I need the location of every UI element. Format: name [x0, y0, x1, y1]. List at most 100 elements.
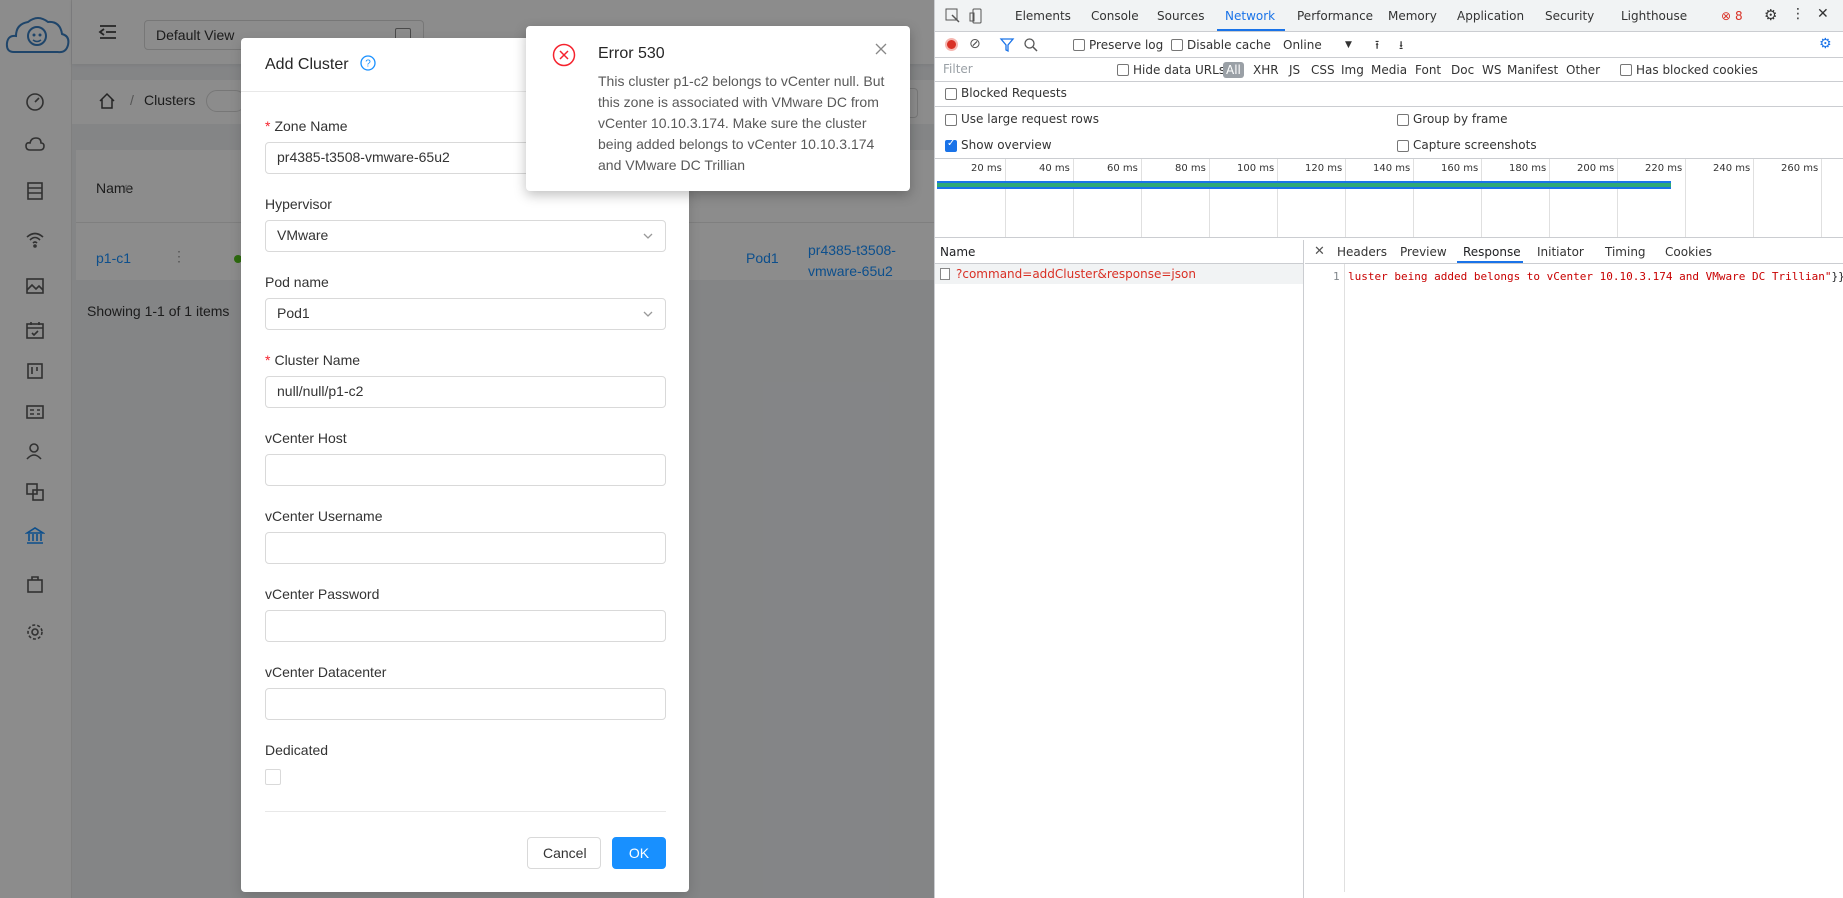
preserve-log-checkbox[interactable]	[1073, 39, 1085, 51]
tab-application[interactable]: Application	[1457, 9, 1524, 23]
capture-screenshots-checkbox[interactable]	[1397, 140, 1409, 152]
close-devtools-icon[interactable]: ✕	[1817, 6, 1829, 22]
type-filter-xhr[interactable]: XHR	[1253, 63, 1279, 77]
settings-gear-icon[interactable]: ⚙	[1764, 6, 1777, 24]
vcenter-username-input[interactable]	[265, 532, 666, 564]
filter-bar: Filter Hide data URLs All XHR JS CSS Img…	[935, 58, 1843, 82]
cluster-name-input[interactable]: null/null/p1-c2	[265, 376, 666, 408]
tab-security[interactable]: Security	[1545, 9, 1594, 23]
device-toolbar-icon[interactable]	[969, 8, 985, 24]
modal-title: Add Cluster	[265, 56, 349, 73]
tab-initiator[interactable]: Initiator	[1537, 245, 1584, 259]
network-settings-gear-icon[interactable]: ⚙	[1819, 36, 1832, 52]
blocked-requests-checkbox[interactable]	[945, 88, 957, 100]
search-icon[interactable]	[1023, 37, 1039, 53]
clear-icon[interactable]: ⊘	[969, 36, 981, 52]
hide-data-urls-checkbox[interactable]	[1117, 64, 1129, 76]
filter-icon[interactable]	[999, 37, 1015, 53]
close-icon[interactable]	[874, 42, 888, 56]
response-line: 1 luster being added belongs to vCenter …	[1305, 270, 1843, 286]
response-body[interactable]: luster being added belongs to vCenter 10…	[1348, 270, 1843, 283]
tab-response[interactable]: Response	[1463, 245, 1521, 259]
show-overview-checkbox[interactable]	[945, 138, 957, 152]
type-filter-ws[interactable]: WS	[1482, 63, 1501, 77]
cancel-button[interactable]: Cancel	[527, 837, 601, 869]
tab-preview[interactable]: Preview	[1400, 245, 1447, 259]
throttling-select[interactable]: Online	[1283, 38, 1322, 52]
timeline-tick-label: 80 ms	[1175, 163, 1206, 174]
question-circle-icon[interactable]: ?	[360, 55, 377, 71]
filter-input[interactable]: Filter	[943, 62, 1103, 78]
has-blocked-cookies-checkbox[interactable]	[1620, 64, 1632, 76]
timeline-tick-label: 240 ms	[1713, 163, 1751, 174]
request-row[interactable]: ?command=addCluster&response=json	[935, 264, 1303, 284]
timeline-request-bar[interactable]	[937, 181, 1672, 189]
timeline-tick-label: 220 ms	[1645, 163, 1683, 174]
vcenter-host-input[interactable]	[265, 454, 666, 486]
timeline-tick-label: 160 ms	[1441, 163, 1479, 174]
tab-network[interactable]: Network	[1225, 9, 1275, 23]
detail-tab-bar: ✕ Headers Preview Response Initiator Tim…	[1305, 240, 1843, 264]
ok-button[interactable]: OK	[612, 837, 666, 869]
active-tab-underline	[1217, 29, 1285, 31]
inspect-element-icon[interactable]	[945, 8, 961, 24]
timeline-gridline	[1753, 159, 1754, 237]
has-blocked-cookies-label: Has blocked cookies	[1636, 63, 1758, 77]
tab-console[interactable]: Console	[1091, 9, 1139, 23]
network-overview-timeline[interactable]: 20 ms 40 ms 60 ms 80 ms 100 ms 120 ms 140 ms 16…	[935, 158, 1843, 238]
timeline-gridline	[1073, 159, 1074, 237]
tab-elements[interactable]: Elements	[1015, 9, 1071, 23]
type-filter-all[interactable]: All	[1223, 62, 1244, 78]
type-filter-font[interactable]: Font	[1415, 63, 1441, 77]
hide-data-urls-label: Hide data URLs	[1133, 63, 1226, 77]
cloudstack-app: Default View / Clusters Name ⇕ p1-c1 ⋮ P…	[0, 0, 934, 898]
type-filter-doc[interactable]: Doc	[1451, 63, 1474, 77]
type-filter-css[interactable]: CSS	[1311, 63, 1335, 77]
tab-performance[interactable]: Performance	[1297, 9, 1373, 23]
cluster-name-value: null/null/p1-c2	[277, 383, 364, 399]
timeline-gridline	[1005, 159, 1006, 237]
pod-name-select[interactable]: Pod1	[265, 298, 666, 330]
tab-lighthouse[interactable]: Lighthouse	[1621, 9, 1687, 23]
timeline-gridline	[1141, 159, 1142, 237]
cluster-name-label-text: Cluster Name	[274, 352, 361, 368]
timeline-gridline	[1345, 159, 1346, 237]
dedicated-label: Dedicated	[265, 742, 329, 758]
tab-headers[interactable]: Headers	[1337, 245, 1387, 259]
error-circle-icon	[552, 43, 576, 67]
export-har-icon[interactable]: ⭳	[1399, 36, 1403, 57]
timeline-gridline	[1481, 159, 1482, 237]
error-count[interactable]: 8	[1735, 9, 1743, 23]
timeline-tick-label: 140 ms	[1373, 163, 1411, 174]
modal-footer-divider	[265, 811, 666, 812]
type-filter-img[interactable]: Img	[1341, 63, 1364, 77]
record-icon[interactable]	[945, 38, 958, 51]
vcenter-datacenter-input[interactable]	[265, 688, 666, 720]
close-detail-icon[interactable]: ✕	[1314, 244, 1325, 259]
options-row-1: Use large request rows Group by frame	[935, 110, 1843, 132]
hypervisor-select[interactable]: VMware	[265, 220, 666, 252]
type-filter-media[interactable]: Media	[1371, 63, 1407, 77]
network-toolbar: ⊘ Preserve log Disable cache Online ▼ ⭱ …	[935, 32, 1843, 58]
requests-column-header[interactable]: Name	[935, 240, 1303, 264]
dedicated-checkbox[interactable]	[265, 769, 281, 785]
requests-pane: Name ?command=addCluster&response=json	[935, 240, 1304, 898]
type-filter-other[interactable]: Other	[1566, 63, 1600, 77]
import-har-icon[interactable]: ⭱	[1375, 36, 1379, 57]
type-filter-manifest[interactable]: Manifest	[1507, 63, 1558, 77]
group-by-frame-checkbox[interactable]	[1397, 114, 1409, 126]
type-filter-js[interactable]: JS	[1289, 63, 1300, 77]
large-rows-checkbox[interactable]	[945, 114, 957, 126]
tab-sources[interactable]: Sources	[1157, 9, 1204, 23]
tab-timing[interactable]: Timing	[1605, 245, 1646, 259]
tab-cookies[interactable]: Cookies	[1665, 245, 1712, 259]
timeline-tick-label: 120 ms	[1305, 163, 1343, 174]
timeline-tick-label: 40 ms	[1039, 163, 1070, 174]
error-count-icon[interactable]: ⊗	[1721, 9, 1731, 23]
devtools-tab-bar: Elements Console Sources Network Perform…	[935, 0, 1843, 32]
vcenter-password-input[interactable]	[265, 610, 666, 642]
throttling-dropdown-icon[interactable]: ▼	[1345, 40, 1352, 50]
more-options-icon[interactable]: ⋮	[1791, 6, 1805, 22]
disable-cache-checkbox[interactable]	[1171, 39, 1183, 51]
tab-memory[interactable]: Memory	[1388, 9, 1437, 23]
